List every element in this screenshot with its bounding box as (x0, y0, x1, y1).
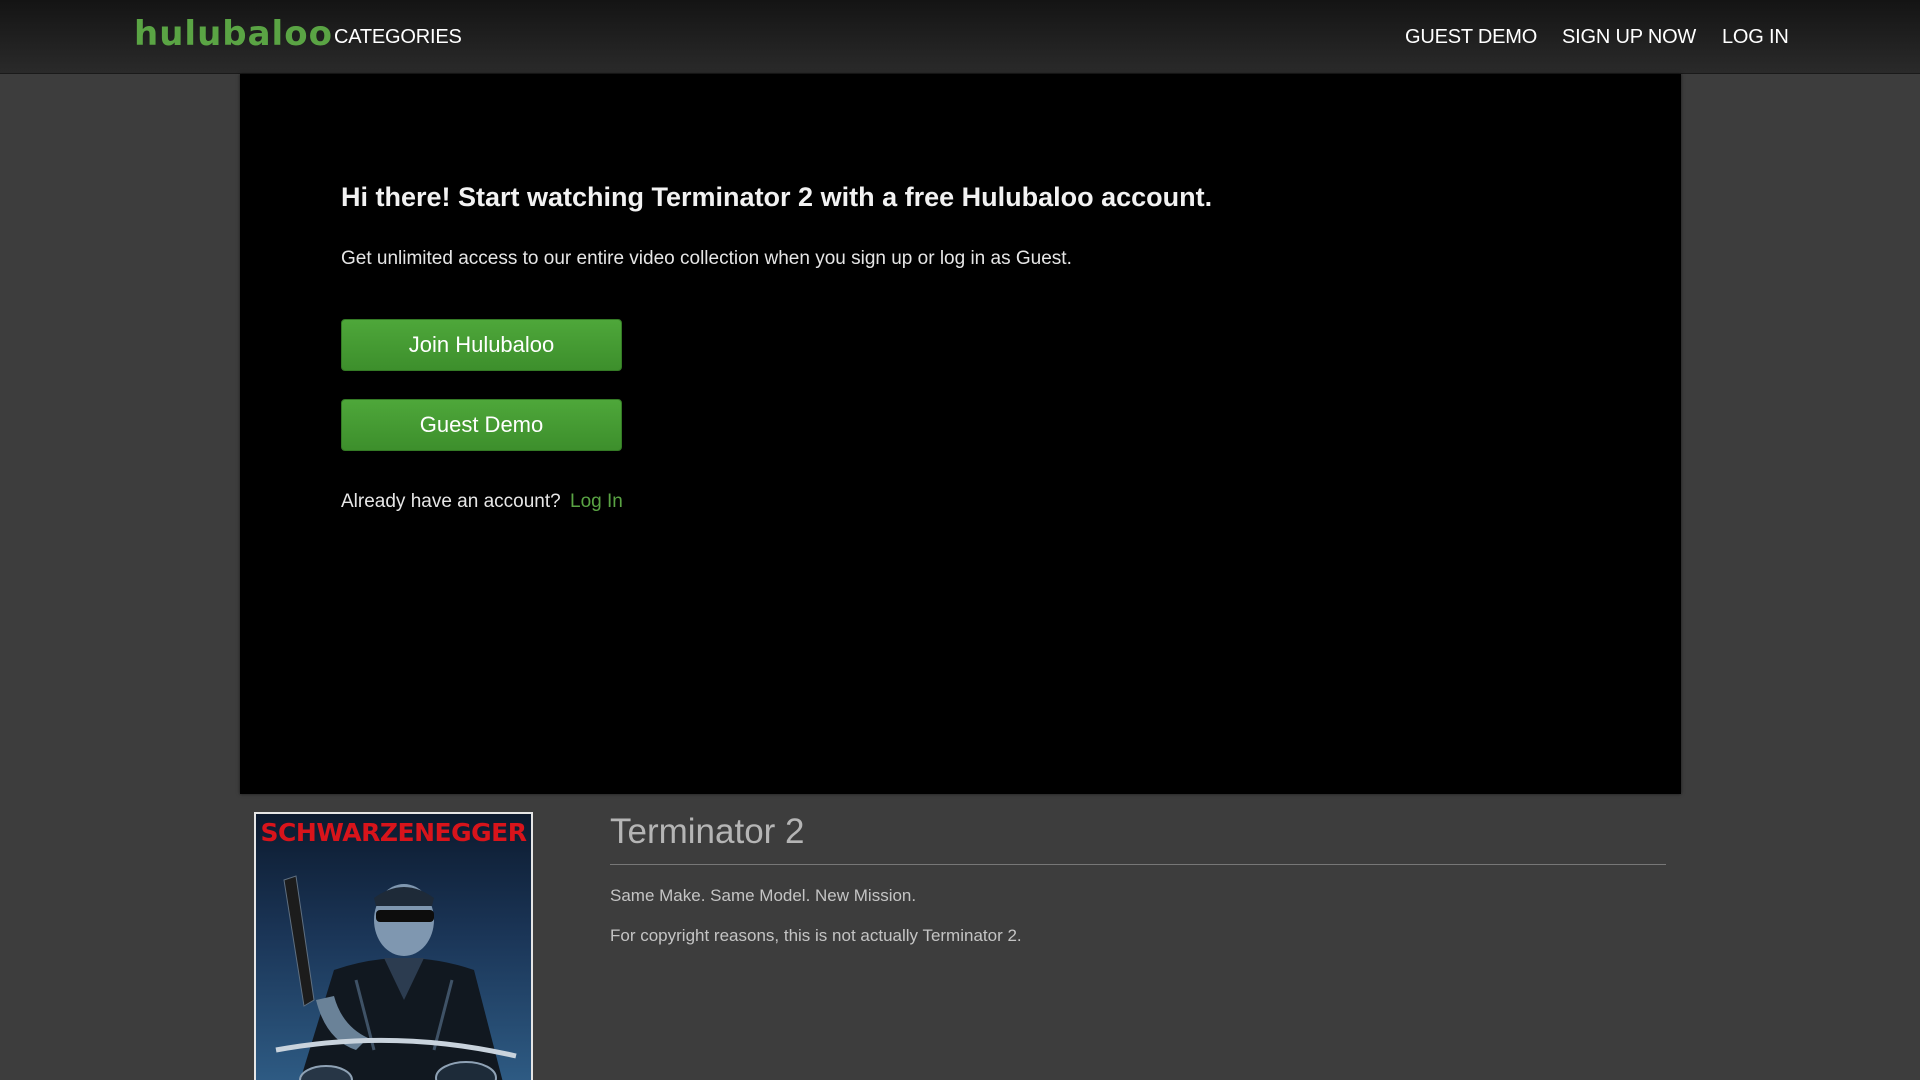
nav-sign-up-link[interactable]: SIGN UP NOW (1562, 26, 1696, 49)
poster-figure-image (275, 875, 517, 1080)
guest-demo-button[interactable]: Guest Demo (341, 399, 622, 451)
already-account-text: Already have an account? (341, 491, 561, 512)
nav-guest-demo-link[interactable]: GUEST DEMO (1405, 26, 1537, 49)
copyright-note: For copyright reasons, this is not actua… (610, 926, 1022, 945)
video-player-area: Hi there! Start watching Terminator 2 wi… (240, 74, 1681, 794)
poster-actor-name: SCHWARZENEGGER (260, 818, 527, 847)
join-hulubaloo-button[interactable]: Join Hulubaloo (341, 319, 622, 371)
hulubaloo-logo[interactable]: hulubaloo (134, 14, 333, 54)
movie-title: Terminator 2 (610, 812, 805, 851)
promo-subtitle: Get unlimited access to our entire video… (341, 248, 1072, 269)
movie-poster: SCHWARZENEGGER (254, 812, 533, 1080)
promo-title: Hi there! Start watching Terminator 2 wi… (341, 182, 1213, 212)
nav-categories-link[interactable]: CATEGORIES (334, 26, 462, 49)
log-in-link[interactable]: Log In (570, 491, 623, 513)
top-navbar: hulubaloo CATEGORIES GUEST DEMO SIGN UP … (0, 0, 1920, 74)
title-divider (610, 864, 1666, 865)
nav-log-in-link[interactable]: LOG IN (1722, 26, 1789, 49)
movie-tagline: Same Make. Same Model. New Mission. (610, 886, 917, 905)
